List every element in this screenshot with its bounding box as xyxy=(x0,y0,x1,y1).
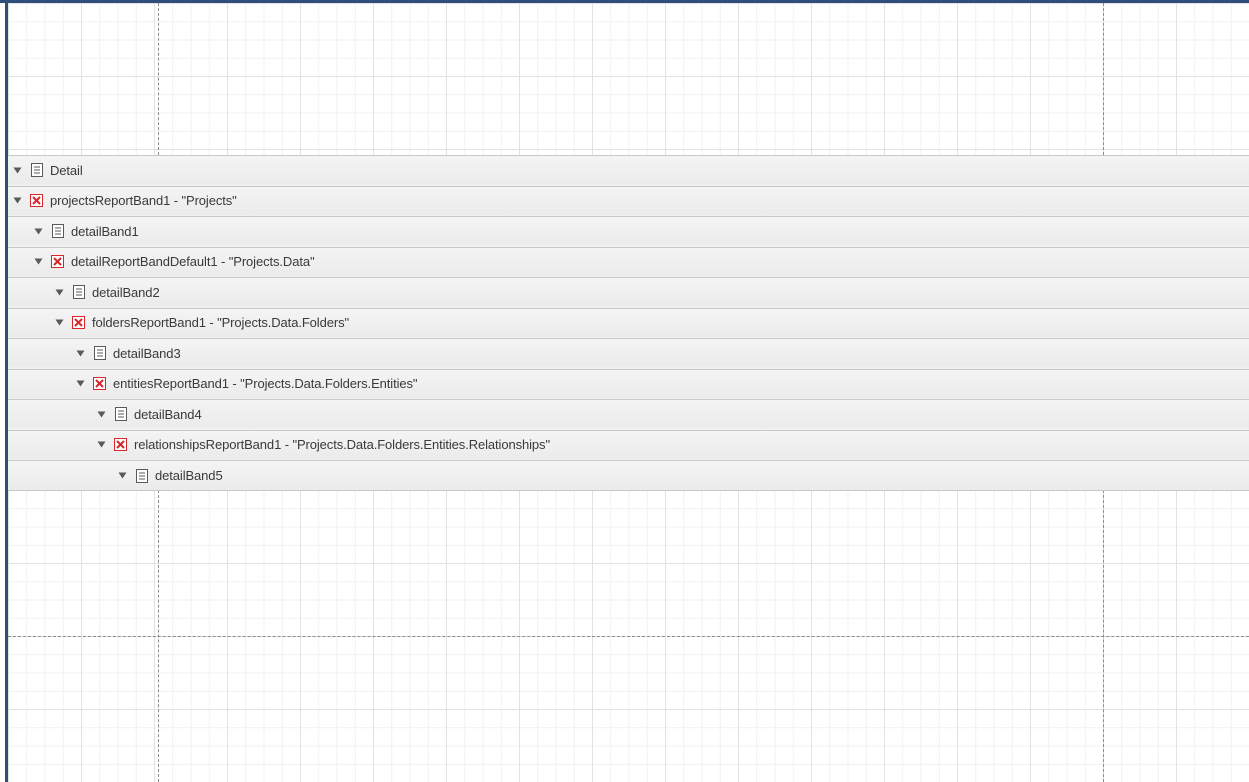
band-row[interactable]: detailBand3 xyxy=(8,338,1249,367)
detail-band-icon xyxy=(72,285,85,299)
band-label: foldersReportBand1 - "Projects.Data.Fold… xyxy=(92,315,350,330)
page-break-guide xyxy=(8,636,1249,637)
detail-band-icon xyxy=(135,468,148,483)
detail-band-icon xyxy=(114,407,127,421)
band-label: detailBand3 xyxy=(113,345,181,361)
band-row[interactable]: detailBand4 xyxy=(8,399,1249,428)
detail-band-icon xyxy=(51,224,64,238)
band-row[interactable]: detailBand5 xyxy=(8,460,1249,491)
collapse-chevron-icon[interactable] xyxy=(54,287,64,297)
left-margin-guide xyxy=(158,3,159,155)
right-margin-guide xyxy=(1103,3,1104,155)
band-label: detailBand2 xyxy=(92,284,160,300)
band-label: relationshipsReportBand1 - "Projects.Dat… xyxy=(134,437,550,452)
detail-band-icon xyxy=(30,163,43,177)
band-label: detailReportBandDefault1 - "Projects.Dat… xyxy=(71,254,315,269)
report-designer-surface: Detail projectsReportBand1 - "Projects" de… xyxy=(0,0,1249,782)
band-design-area-top[interactable] xyxy=(8,3,1249,155)
collapse-chevron-icon[interactable] xyxy=(54,318,64,328)
band-tree: Detail projectsReportBand1 - "Projects" de… xyxy=(8,155,1249,491)
band-row[interactable]: foldersReportBand1 - "Projects.Data.Fold… xyxy=(8,307,1249,337)
collapse-chevron-icon[interactable] xyxy=(75,379,85,389)
collapse-chevron-icon[interactable] xyxy=(96,409,106,419)
collapse-chevron-icon[interactable] xyxy=(96,440,106,450)
band-label: detailBand5 xyxy=(155,468,223,483)
band-row[interactable]: Detail xyxy=(8,155,1249,184)
collapse-chevron-icon[interactable] xyxy=(12,196,22,206)
band-label: projectsReportBand1 - "Projects" xyxy=(50,193,237,208)
detail-band-icon xyxy=(93,346,106,360)
band-row[interactable]: entitiesReportBand1 - "Projects.Data.Fol… xyxy=(8,368,1249,398)
detail-report-band-icon xyxy=(93,377,106,391)
detail-report-band-icon xyxy=(114,438,127,452)
detail-report-band-icon xyxy=(51,255,64,269)
detail-report-band-icon xyxy=(72,316,85,330)
band-label: detailBand1 xyxy=(71,223,139,239)
band-row[interactable]: detailReportBandDefault1 - "Projects.Dat… xyxy=(8,246,1249,276)
band-label: entitiesReportBand1 - "Projects.Data.Fol… xyxy=(113,376,418,391)
collapse-chevron-icon[interactable] xyxy=(33,257,43,267)
detail-report-band-icon xyxy=(30,194,43,208)
band-row[interactable]: projectsReportBand1 - "Projects" xyxy=(8,185,1249,215)
band-row[interactable]: detailBand2 xyxy=(8,277,1249,306)
band-row[interactable]: detailBand1 xyxy=(8,216,1249,245)
collapse-chevron-icon[interactable] xyxy=(12,165,22,175)
band-row[interactable]: relationshipsReportBand1 - "Projects.Dat… xyxy=(8,429,1249,459)
collapse-chevron-icon[interactable] xyxy=(75,348,85,358)
collapse-chevron-icon[interactable] xyxy=(33,226,43,236)
band-label: detailBand4 xyxy=(134,406,202,422)
band-label: Detail xyxy=(50,162,83,178)
collapse-chevron-icon[interactable] xyxy=(117,471,127,481)
